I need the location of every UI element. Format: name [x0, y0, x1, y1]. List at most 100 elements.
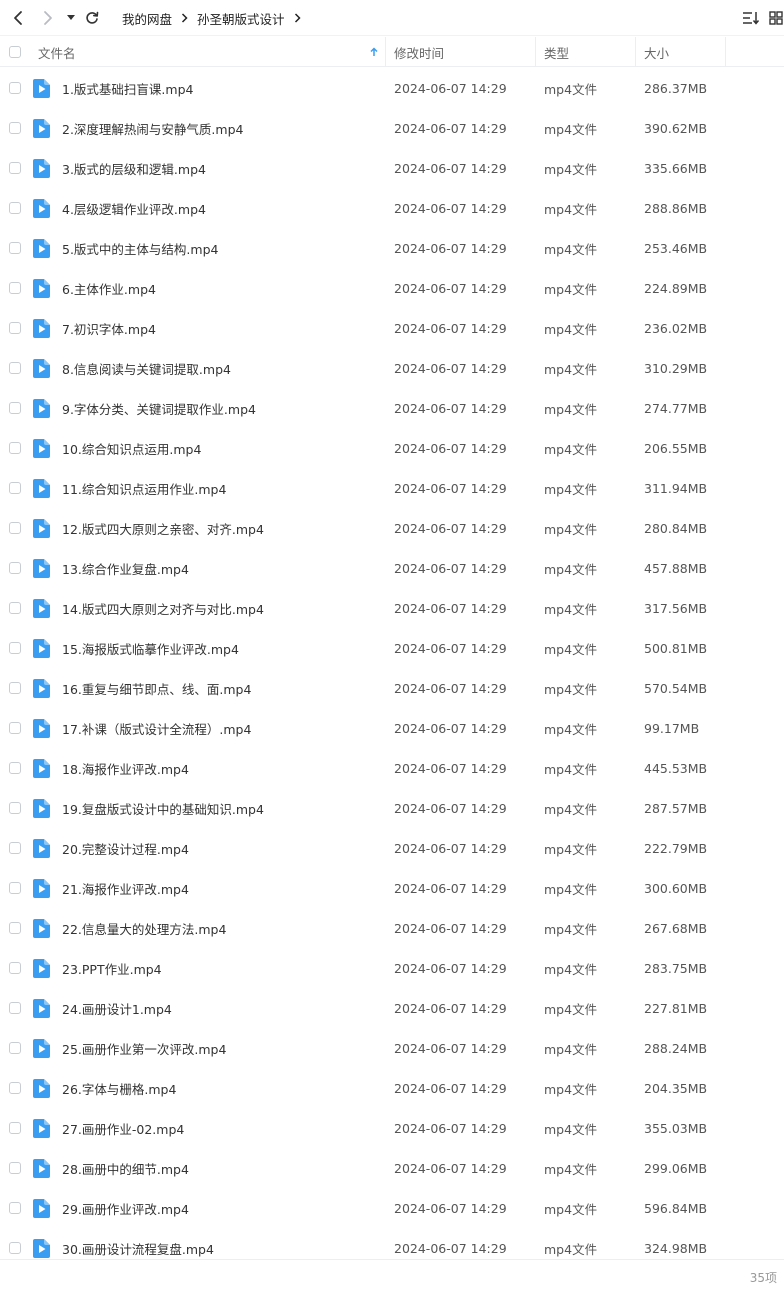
file-name[interactable]: 29.画册作业评改.mp4: [62, 1188, 189, 1228]
file-name[interactable]: 9.字体分类、关键词提取作业.mp4: [62, 388, 256, 428]
table-row[interactable]: 22.信息量大的处理方法.mp4 2024-06-07 14:29 mp4文件 267…: [0, 908, 784, 948]
table-row[interactable]: 6.主体作业.mp4 2024-06-07 14:29 mp4文件 224.89MB: [0, 268, 784, 308]
file-name[interactable]: 20.完整设计过程.mp4: [62, 828, 189, 868]
file-name[interactable]: 5.版式中的主体与结构.mp4: [62, 228, 218, 268]
table-row[interactable]: 21.海报作业评改.mp4 2024-06-07 14:29 mp4文件 300.60…: [0, 868, 784, 908]
row-checkbox[interactable]: [9, 522, 21, 534]
table-row[interactable]: 28.画册中的细节.mp4 2024-06-07 14:29 mp4文件 299.06…: [0, 1148, 784, 1188]
back-button[interactable]: [8, 6, 28, 30]
table-row[interactable]: 4.层级逻辑作业评改.mp4 2024-06-07 14:29 mp4文件 288.8…: [0, 188, 784, 228]
column-header-modified[interactable]: 修改时间: [394, 37, 444, 67]
table-row[interactable]: 2.深度理解热闹与安静气质.mp4 2024-06-07 14:29 mp4文件 39…: [0, 108, 784, 148]
row-checkbox[interactable]: [9, 1162, 21, 1174]
column-divider[interactable]: [725, 37, 726, 67]
row-checkbox[interactable]: [9, 82, 21, 94]
file-name[interactable]: 2.深度理解热闹与安静气质.mp4: [62, 108, 243, 148]
table-row[interactable]: 20.完整设计过程.mp4 2024-06-07 14:29 mp4文件 222.79…: [0, 828, 784, 868]
row-checkbox[interactable]: [9, 122, 21, 134]
row-checkbox[interactable]: [9, 682, 21, 694]
sort-ascending-icon[interactable]: [370, 37, 378, 67]
row-checkbox[interactable]: [9, 282, 21, 294]
column-divider[interactable]: [635, 37, 636, 67]
file-name[interactable]: 23.PPT作业.mp4: [62, 948, 162, 988]
file-name[interactable]: 16.重复与细节即点、线、面.mp4: [62, 668, 251, 708]
row-checkbox[interactable]: [9, 562, 21, 574]
file-name[interactable]: 15.海报版式临摹作业评改.mp4: [62, 628, 239, 668]
select-all-checkbox[interactable]: [9, 37, 21, 67]
table-row[interactable]: 9.字体分类、关键词提取作业.mp4 2024-06-07 14:29 mp4文件 2…: [0, 388, 784, 428]
file-name[interactable]: 26.字体与栅格.mp4: [62, 1068, 176, 1108]
table-row[interactable]: 23.PPT作业.mp4 2024-06-07 14:29 mp4文件 283.75M…: [0, 948, 784, 988]
table-row[interactable]: 26.字体与栅格.mp4 2024-06-07 14:29 mp4文件 204.35M…: [0, 1068, 784, 1108]
table-row[interactable]: 17.补课（版式设计全流程）.mp4 2024-06-07 14:29 mp4文件 9…: [0, 708, 784, 748]
file-name[interactable]: 13.综合作业复盘.mp4: [62, 548, 189, 588]
file-name[interactable]: 12.版式四大原则之亲密、对齐.mp4: [62, 508, 264, 548]
column-divider[interactable]: [535, 37, 536, 67]
breadcrumb-item-current[interactable]: 孙圣朝版式设计: [197, 9, 285, 28]
column-header-type[interactable]: 类型: [544, 37, 569, 67]
table-row[interactable]: 8.信息阅读与关键词提取.mp4 2024-06-07 14:29 mp4文件 310…: [0, 348, 784, 388]
row-checkbox[interactable]: [9, 842, 21, 854]
view-toggle-button[interactable]: [769, 8, 783, 28]
file-name[interactable]: 22.信息量大的处理方法.mp4: [62, 908, 226, 948]
row-checkbox[interactable]: [9, 362, 21, 374]
row-checkbox[interactable]: [9, 962, 21, 974]
row-checkbox[interactable]: [9, 402, 21, 414]
row-checkbox[interactable]: [9, 1242, 21, 1254]
row-checkbox[interactable]: [9, 642, 21, 654]
table-row[interactable]: 19.复盘版式设计中的基础知识.mp4 2024-06-07 14:29 mp4文件…: [0, 788, 784, 828]
table-row[interactable]: 27.画册作业-02.mp4 2024-06-07 14:29 mp4文件 355.0…: [0, 1108, 784, 1148]
row-checkbox[interactable]: [9, 482, 21, 494]
file-name[interactable]: 10.综合知识点运用.mp4: [62, 428, 201, 468]
row-checkbox[interactable]: [9, 242, 21, 254]
row-checkbox[interactable]: [9, 1042, 21, 1054]
column-header-name[interactable]: 文件名: [38, 37, 76, 67]
file-name[interactable]: 21.海报作业评改.mp4: [62, 868, 189, 908]
row-checkbox[interactable]: [9, 762, 21, 774]
row-checkbox[interactable]: [9, 922, 21, 934]
table-row[interactable]: 3.版式的层级和逻辑.mp4 2024-06-07 14:29 mp4文件 335.6…: [0, 148, 784, 188]
file-name[interactable]: 14.版式四大原则之对齐与对比.mp4: [62, 588, 264, 628]
file-name[interactable]: 6.主体作业.mp4: [62, 268, 156, 308]
refresh-button[interactable]: [83, 6, 101, 30]
file-name[interactable]: 4.层级逻辑作业评改.mp4: [62, 188, 206, 228]
file-name[interactable]: 8.信息阅读与关键词提取.mp4: [62, 348, 231, 388]
file-name[interactable]: 1.版式基础扫盲课.mp4: [62, 68, 193, 108]
row-checkbox[interactable]: [9, 802, 21, 814]
row-checkbox[interactable]: [9, 442, 21, 454]
column-divider[interactable]: [385, 37, 386, 67]
forward-button[interactable]: [38, 6, 58, 30]
table-row[interactable]: 13.综合作业复盘.mp4 2024-06-07 14:29 mp4文件 457.88…: [0, 548, 784, 588]
row-checkbox[interactable]: [9, 1002, 21, 1014]
file-name[interactable]: 18.海报作业评改.mp4: [62, 748, 189, 788]
file-name[interactable]: 11.综合知识点运用作业.mp4: [62, 468, 226, 508]
history-dropdown[interactable]: [64, 6, 78, 30]
table-row[interactable]: 15.海报版式临摹作业评改.mp4 2024-06-07 14:29 mp4文件 50…: [0, 628, 784, 668]
file-name[interactable]: 3.版式的层级和逻辑.mp4: [62, 148, 206, 188]
file-name[interactable]: 7.初识字体.mp4: [62, 308, 156, 348]
table-row[interactable]: 16.重复与细节即点、线、面.mp4 2024-06-07 14:29 mp4文件 5…: [0, 668, 784, 708]
table-row[interactable]: 11.综合知识点运用作业.mp4 2024-06-07 14:29 mp4文件 311…: [0, 468, 784, 508]
table-row[interactable]: 14.版式四大原则之对齐与对比.mp4 2024-06-07 14:29 mp4文件…: [0, 588, 784, 628]
table-row[interactable]: 25.画册作业第一次评改.mp4 2024-06-07 14:29 mp4文件 288…: [0, 1028, 784, 1068]
row-checkbox[interactable]: [9, 722, 21, 734]
row-checkbox[interactable]: [9, 1202, 21, 1214]
table-row[interactable]: 7.初识字体.mp4 2024-06-07 14:29 mp4文件 236.02MB: [0, 308, 784, 348]
sort-button[interactable]: [742, 8, 760, 28]
table-row[interactable]: 1.版式基础扫盲课.mp4 2024-06-07 14:29 mp4文件 286.37…: [0, 68, 784, 108]
table-row[interactable]: 29.画册作业评改.mp4 2024-06-07 14:29 mp4文件 596.84…: [0, 1188, 784, 1228]
table-row[interactable]: 24.画册设计1.mp4 2024-06-07 14:29 mp4文件 227.81M…: [0, 988, 784, 1028]
file-name[interactable]: 24.画册设计1.mp4: [62, 988, 172, 1028]
row-checkbox[interactable]: [9, 602, 21, 614]
row-checkbox[interactable]: [9, 162, 21, 174]
file-name[interactable]: 27.画册作业-02.mp4: [62, 1108, 184, 1148]
row-checkbox[interactable]: [9, 322, 21, 334]
table-row[interactable]: 12.版式四大原则之亲密、对齐.mp4 2024-06-07 14:29 mp4文件…: [0, 508, 784, 548]
breadcrumb-item-root[interactable]: 我的网盘: [122, 9, 172, 28]
file-name[interactable]: 25.画册作业第一次评改.mp4: [62, 1028, 226, 1068]
row-checkbox[interactable]: [9, 882, 21, 894]
table-row[interactable]: 18.海报作业评改.mp4 2024-06-07 14:29 mp4文件 445.53…: [0, 748, 784, 788]
table-row[interactable]: 5.版式中的主体与结构.mp4 2024-06-07 14:29 mp4文件 253.…: [0, 228, 784, 268]
table-row[interactable]: 10.综合知识点运用.mp4 2024-06-07 14:29 mp4文件 206.5…: [0, 428, 784, 468]
file-name[interactable]: 17.补课（版式设计全流程）.mp4: [62, 708, 251, 748]
